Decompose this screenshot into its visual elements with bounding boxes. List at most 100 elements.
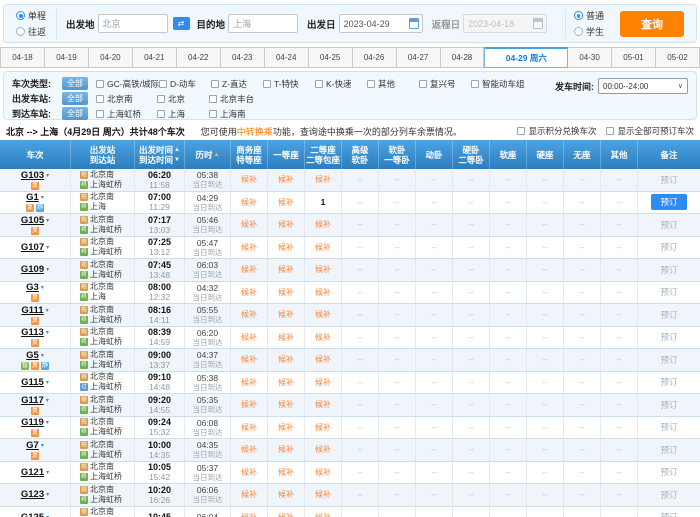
train-code-link[interactable]: G123 [21, 489, 44, 500]
checkbox-icon[interactable] [367, 80, 375, 88]
filter-option-北京[interactable]: 北京 [157, 93, 209, 105]
radio-icon[interactable] [574, 11, 583, 20]
train-code-link[interactable]: G121 [21, 467, 44, 478]
date-tab-04-29[interactable]: 04-29 周六 [484, 47, 568, 68]
toggle-显示积分兑换车次[interactable]: 显示积分兑换车次 [517, 125, 596, 137]
date-tab-05-01[interactable]: 05-01 [612, 47, 656, 68]
expand-caret-icon[interactable] [46, 397, 49, 404]
train-code-link[interactable]: G115 [21, 377, 44, 388]
to-input[interactable]: 上海 [228, 14, 298, 33]
radio-icon[interactable] [16, 11, 25, 20]
checkbox-icon[interactable] [517, 127, 525, 135]
filter-all-badge[interactable]: 全部 [62, 77, 88, 90]
train-code-link[interactable]: G103 [21, 170, 44, 181]
from-input[interactable]: 北京 [98, 14, 168, 33]
checkbox-icon[interactable] [159, 80, 167, 88]
date-tab-04-20[interactable]: 04-20 [89, 47, 133, 68]
col-header-business-seat[interactable]: 商务座特等座 [230, 140, 267, 169]
date-tab-04-22[interactable]: 04-22 [177, 47, 221, 68]
depart-date-input[interactable]: 2023-04-29 [339, 14, 423, 33]
col-header-remark[interactable]: 备注 [637, 140, 700, 169]
date-tab-04-28[interactable]: 04-28 [441, 47, 485, 68]
expand-caret-icon[interactable] [46, 469, 49, 476]
checkbox-icon[interactable] [96, 80, 104, 88]
filter-option-GC-高铁/城际[interactable]: GC-高铁/城际 [96, 78, 159, 90]
train-code-link[interactable]: G111 [21, 305, 43, 316]
col-header-premium-soft-sleeper[interactable]: 高级软卧 [341, 140, 378, 169]
col-header-second-class[interactable]: 二等座二等包座 [304, 140, 341, 169]
toggle-显示全部可预订车次[interactable]: 显示全部可预订车次 [606, 125, 694, 137]
train-code-link[interactable]: G113 [21, 327, 44, 338]
train-code-link[interactable]: G107 [21, 242, 44, 253]
col-header-soft-seat[interactable]: 软座 [489, 140, 526, 169]
filter-option-北京南[interactable]: 北京南 [96, 93, 157, 105]
expand-caret-icon[interactable] [46, 491, 49, 498]
checkbox-icon[interactable] [96, 95, 104, 103]
col-header-first-class[interactable]: 一等座 [267, 140, 304, 169]
checkbox-icon[interactable] [157, 95, 165, 103]
passenger-option-学生[interactable]: 学生 [574, 25, 604, 38]
query-button[interactable]: 查询 [620, 11, 684, 37]
filter-option-K-快速[interactable]: K-快速 [315, 78, 367, 90]
col-header-hard-seat[interactable]: 硬座 [526, 140, 563, 169]
filter-option-北京丰台[interactable]: 北京丰台 [209, 93, 261, 105]
col-header-no-seat[interactable]: 无座 [563, 140, 600, 169]
filter-option-智能动车组[interactable]: 智能动车组 [471, 78, 525, 90]
col-header-duration[interactable]: 历时▲ [184, 140, 230, 169]
sort-arrow-icon[interactable]: ▲ [174, 145, 180, 155]
expand-caret-icon[interactable] [46, 172, 49, 179]
train-code-link[interactable]: G109 [21, 264, 44, 275]
expand-caret-icon[interactable] [46, 419, 49, 426]
col-header-ev-sleeper[interactable]: 动卧 [415, 140, 452, 169]
checkbox-icon[interactable] [96, 110, 104, 118]
date-tab-05-02[interactable]: 05-02 [656, 47, 700, 68]
book-button[interactable]: 预订 [651, 194, 686, 210]
radio-icon[interactable] [16, 27, 25, 36]
date-tab-04-19[interactable]: 04-19 [45, 47, 89, 68]
checkbox-icon[interactable] [209, 110, 217, 118]
col-header-train-no[interactable]: 车次 [0, 140, 70, 169]
expand-caret-icon[interactable] [46, 217, 49, 224]
transfer-link[interactable]: 中转换乘 [237, 127, 273, 137]
expand-caret-icon[interactable] [41, 194, 44, 201]
col-header-stations[interactable]: 出发站到达站 [70, 140, 134, 169]
col-header-hard-sleeper[interactable]: 硬卧二等卧 [452, 140, 489, 169]
calendar-icon[interactable] [409, 18, 419, 29]
date-tab-04-30[interactable]: 04-30 [568, 47, 612, 68]
expand-caret-icon[interactable] [41, 284, 44, 291]
trip-option-往返[interactable]: 往返 [16, 25, 46, 38]
sort-arrow-icon[interactable]: ▲ [214, 150, 220, 160]
filter-option-其他[interactable]: 其他 [367, 78, 419, 90]
filter-all-badge[interactable]: 全部 [62, 107, 88, 120]
train-code-link[interactable]: G5 [26, 350, 39, 361]
expand-caret-icon[interactable] [46, 329, 49, 336]
date-tab-04-25[interactable]: 04-25 [309, 47, 353, 68]
expand-caret-icon[interactable] [41, 442, 44, 449]
train-code-link[interactable]: G1 [26, 192, 39, 203]
trip-option-单程[interactable]: 单程 [16, 9, 46, 22]
train-code-link[interactable]: G125 [21, 512, 44, 517]
date-tab-04-21[interactable]: 04-21 [133, 47, 177, 68]
expand-caret-icon[interactable] [46, 244, 49, 251]
checkbox-icon[interactable] [419, 80, 427, 88]
date-tab-04-24[interactable]: 04-24 [265, 47, 309, 68]
checkbox-icon[interactable] [606, 127, 614, 135]
filter-option-复兴号[interactable]: 复兴号 [419, 78, 471, 90]
expand-caret-icon[interactable] [46, 307, 49, 314]
date-tab-04-18[interactable]: 04-18 [0, 47, 45, 68]
checkbox-icon[interactable] [263, 80, 271, 88]
expand-caret-icon[interactable] [46, 379, 49, 386]
depart-time-select[interactable]: 00:00--24:00 [598, 78, 688, 94]
filter-option-D-动车[interactable]: D-动车 [159, 78, 211, 90]
train-code-link[interactable]: G7 [26, 440, 39, 451]
filter-option-T-特快[interactable]: T-特快 [263, 78, 315, 90]
filter-all-badge[interactable]: 全部 [62, 92, 88, 105]
checkbox-icon[interactable] [209, 95, 217, 103]
train-code-link[interactable]: G105 [21, 215, 44, 226]
col-header-other[interactable]: 其他 [600, 140, 637, 169]
passenger-option-普通[interactable]: 普通 [574, 9, 604, 22]
filter-option-上海南[interactable]: 上海南 [209, 108, 261, 120]
expand-caret-icon[interactable] [41, 352, 44, 359]
date-tab-04-23[interactable]: 04-23 [221, 47, 265, 68]
filter-option-Z-直达[interactable]: Z-直达 [211, 78, 263, 90]
